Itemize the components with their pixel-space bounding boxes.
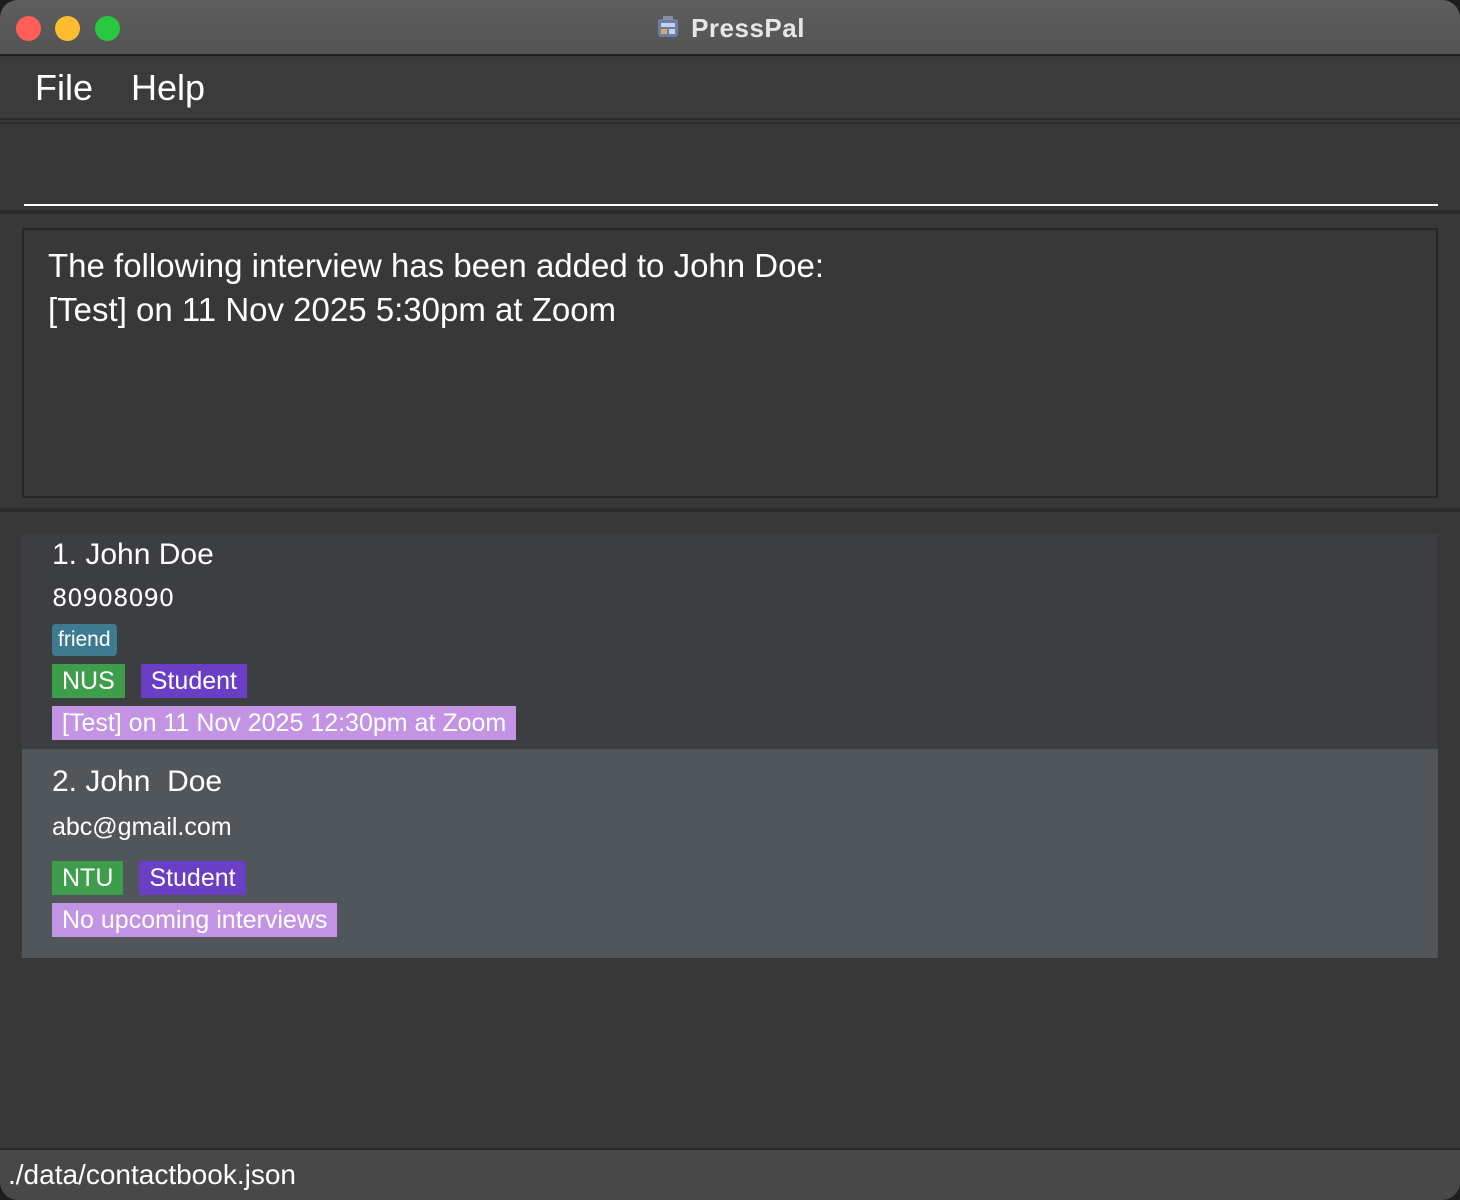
- tag-interview: No upcoming interviews: [52, 903, 338, 937]
- tag-role: Student: [139, 861, 246, 895]
- status-bar: ./data/contactbook.json: [0, 1148, 1460, 1200]
- person-name: 1. John Doe: [52, 538, 214, 571]
- person-card[interactable]: 2. John Doe abc@gmail.com NTU Student No…: [22, 749, 1438, 958]
- result-line: The following interview has been added t…: [48, 247, 824, 284]
- person-phone: 80908090: [52, 584, 175, 612]
- app-window: PressPal File Help The following intervi…: [0, 0, 1460, 1200]
- person-interviews: [Test] on 11 Nov 2025 12:30pm at Zoom: [52, 706, 517, 740]
- person-tags: friend: [52, 624, 117, 656]
- tag-role: Student: [140, 664, 247, 698]
- person-card[interactable]: 1. John Doe 80908090 friend NUS Student …: [22, 534, 1438, 749]
- tag-interview: [Test] on 11 Nov 2025 12:30pm at Zoom: [52, 706, 517, 740]
- window-title: PressPal: [691, 12, 805, 43]
- result-line: [Test] on 11 Nov 2025 5:30pm at Zoom: [48, 291, 617, 328]
- person-list: 1. John Doe 80908090 friend NUS Student …: [0, 514, 1460, 1148]
- menu-help[interactable]: Help: [131, 67, 205, 109]
- result-display-pane: The following interview has been added t…: [0, 216, 1460, 512]
- person-interviews: No upcoming interviews: [52, 903, 338, 937]
- menu-file[interactable]: File: [35, 67, 93, 109]
- person-labels: NUS Student: [52, 664, 247, 698]
- person-name: 2. John Doe: [52, 765, 223, 798]
- command-input[interactable]: [24, 136, 1438, 206]
- tag-friend: friend: [52, 624, 117, 656]
- command-box: [0, 122, 1460, 214]
- result-display: The following interview has been added t…: [22, 228, 1438, 498]
- title-bar: PressPal: [0, 0, 1460, 56]
- person-email: abc@gmail.com: [52, 813, 232, 841]
- tag-school: NUS: [52, 664, 125, 698]
- menu-bar: File Help: [0, 58, 1460, 120]
- app-icon: [658, 16, 679, 37]
- person-labels: NTU Student: [52, 861, 246, 895]
- tag-school: NTU: [52, 861, 124, 895]
- save-file-path: ./data/contactbook.json: [8, 1159, 296, 1190]
- title-group: PressPal: [0, 0, 1460, 56]
